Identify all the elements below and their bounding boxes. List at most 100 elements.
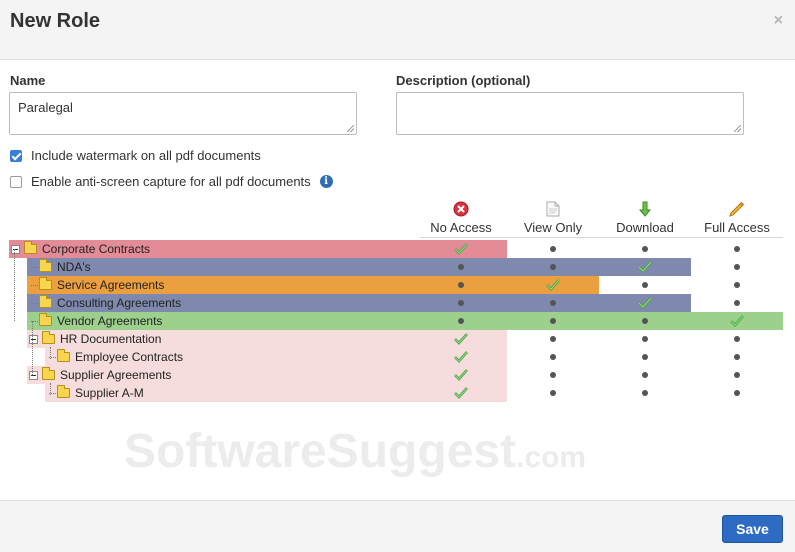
permission-cell[interactable] bbox=[507, 384, 599, 402]
radio-dot[interactable] bbox=[642, 354, 648, 360]
collapse-icon[interactable] bbox=[29, 370, 38, 380]
anti-capture-option-label: Enable anti-screen capture for all pdf d… bbox=[31, 174, 311, 189]
permission-cell[interactable] bbox=[415, 240, 507, 258]
radio-dot[interactable] bbox=[550, 372, 556, 378]
permission-cell[interactable] bbox=[507, 366, 599, 384]
permission-cell[interactable] bbox=[691, 258, 783, 276]
description-field[interactable] bbox=[396, 92, 744, 135]
permission-cell[interactable] bbox=[415, 348, 507, 366]
permission-cell[interactable] bbox=[691, 312, 783, 330]
permission-cell[interactable] bbox=[507, 294, 599, 312]
permission-cell[interactable] bbox=[507, 348, 599, 366]
watermark-checkbox[interactable] bbox=[10, 149, 22, 162]
tree-item[interactable]: Supplier A-M bbox=[57, 384, 144, 402]
permission-cell[interactable] bbox=[691, 330, 783, 348]
tree-item[interactable]: Service Agreements bbox=[39, 276, 164, 294]
permission-cell[interactable] bbox=[599, 276, 691, 294]
column-full-access: Full Access bbox=[691, 200, 783, 235]
radio-dot[interactable] bbox=[642, 336, 648, 342]
resize-grip-icon[interactable] bbox=[734, 125, 741, 132]
radio-dot[interactable] bbox=[734, 354, 740, 360]
anti-capture-checkbox[interactable] bbox=[10, 175, 22, 188]
checkmark-icon bbox=[546, 279, 560, 291]
anti-capture-option[interactable]: Enable anti-screen capture for all pdf d… bbox=[10, 174, 333, 189]
collapse-icon[interactable] bbox=[29, 334, 38, 344]
tree-item-label: Service Agreements bbox=[57, 278, 165, 292]
permission-cell[interactable] bbox=[415, 294, 507, 312]
permission-cell[interactable] bbox=[507, 258, 599, 276]
column-view-only-label: View Only bbox=[523, 220, 583, 235]
radio-dot[interactable] bbox=[642, 390, 648, 396]
permission-cell[interactable] bbox=[599, 348, 691, 366]
radio-dot[interactable] bbox=[550, 300, 556, 306]
radio-dot[interactable] bbox=[458, 300, 464, 306]
permission-cell[interactable] bbox=[415, 384, 507, 402]
collapse-icon[interactable] bbox=[11, 244, 20, 254]
permission-cell[interactable] bbox=[599, 294, 691, 312]
radio-dot[interactable] bbox=[734, 300, 740, 306]
info-icon[interactable]: i bbox=[319, 175, 333, 188]
radio-dot[interactable] bbox=[550, 264, 556, 270]
checkmark-icon bbox=[638, 297, 652, 309]
radio-dot[interactable] bbox=[734, 336, 740, 342]
resize-grip-icon[interactable] bbox=[347, 125, 354, 132]
tree-item[interactable]: NDA's bbox=[39, 258, 91, 276]
tree-connector bbox=[31, 285, 38, 286]
permission-cell[interactable] bbox=[507, 240, 599, 258]
permission-cell[interactable] bbox=[507, 276, 599, 294]
radio-dot[interactable] bbox=[734, 372, 740, 378]
radio-dot[interactable] bbox=[642, 372, 648, 378]
name-field[interactable]: Paralegal bbox=[9, 92, 357, 135]
permission-cell[interactable] bbox=[599, 312, 691, 330]
tree-item[interactable]: Employee Contracts bbox=[57, 348, 183, 366]
radio-dot[interactable] bbox=[458, 264, 464, 270]
tree-item[interactable]: Consulting Agreements bbox=[39, 294, 181, 312]
permission-cell[interactable] bbox=[415, 276, 507, 294]
save-button[interactable]: Save bbox=[722, 515, 783, 543]
tree-connector bbox=[50, 383, 51, 395]
permission-cell[interactable] bbox=[415, 312, 507, 330]
tree-item-label: Vendor Agreements bbox=[57, 314, 163, 328]
radio-dot[interactable] bbox=[734, 246, 740, 252]
radio-dot[interactable] bbox=[458, 318, 464, 324]
radio-dot[interactable] bbox=[550, 390, 556, 396]
tree-item[interactable]: Corporate Contracts bbox=[11, 240, 150, 258]
radio-dot[interactable] bbox=[550, 318, 556, 324]
radio-dot[interactable] bbox=[550, 246, 556, 252]
radio-dot[interactable] bbox=[642, 246, 648, 252]
permission-cell[interactable] bbox=[599, 240, 691, 258]
radio-dot[interactable] bbox=[734, 282, 740, 288]
permission-cell[interactable] bbox=[691, 348, 783, 366]
download-arrow-icon bbox=[599, 200, 691, 218]
permission-cell[interactable] bbox=[599, 330, 691, 348]
folder-icon bbox=[57, 385, 70, 398]
permission-cell[interactable] bbox=[599, 366, 691, 384]
tree-item-label: Corporate Contracts bbox=[42, 242, 151, 256]
permission-cell[interactable] bbox=[691, 294, 783, 312]
watermark-option[interactable]: Include watermark on all pdf documents bbox=[10, 148, 261, 163]
permission-cell[interactable] bbox=[691, 384, 783, 402]
permission-cell[interactable] bbox=[691, 240, 783, 258]
tree-item[interactable]: Supplier Agreements bbox=[29, 366, 171, 384]
permission-cell[interactable] bbox=[415, 258, 507, 276]
radio-dot[interactable] bbox=[550, 336, 556, 342]
dialog-title: New Role bbox=[10, 10, 101, 32]
permission-cell[interactable] bbox=[415, 366, 507, 384]
tree-item[interactable]: HR Documentation bbox=[29, 330, 161, 348]
column-full-access-label: Full Access bbox=[704, 220, 770, 235]
radio-dot[interactable] bbox=[734, 264, 740, 270]
radio-dot[interactable] bbox=[458, 282, 464, 288]
radio-dot[interactable] bbox=[642, 282, 648, 288]
permission-cell[interactable] bbox=[415, 330, 507, 348]
permission-cell[interactable] bbox=[691, 276, 783, 294]
permission-cell[interactable] bbox=[599, 384, 691, 402]
permission-cell[interactable] bbox=[507, 312, 599, 330]
permission-cell[interactable] bbox=[691, 366, 783, 384]
permission-cell[interactable] bbox=[599, 258, 691, 276]
radio-dot[interactable] bbox=[550, 354, 556, 360]
tree-item[interactable]: Vendor Agreements bbox=[39, 312, 162, 330]
radio-dot[interactable] bbox=[734, 390, 740, 396]
permission-cell[interactable] bbox=[507, 330, 599, 348]
radio-dot[interactable] bbox=[642, 318, 648, 324]
close-icon[interactable]: × bbox=[774, 12, 783, 30]
